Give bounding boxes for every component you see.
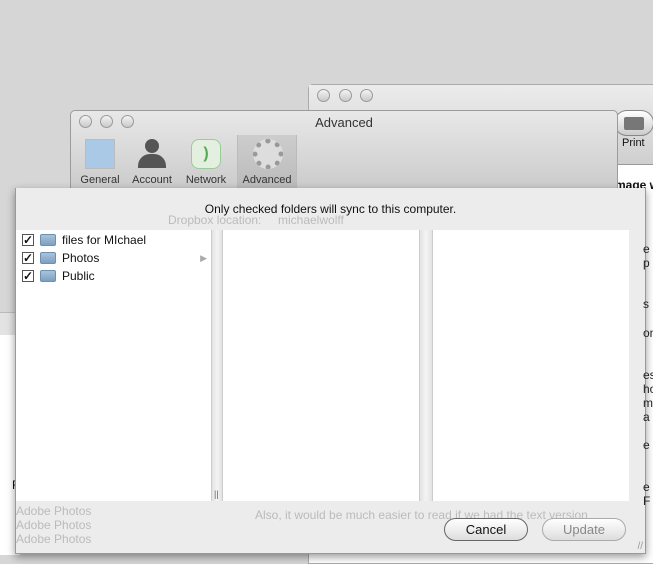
tab-label: General <box>80 174 120 186</box>
tab-network[interactable]: ) Network <box>179 135 233 189</box>
folder-name: Public <box>62 269 95 283</box>
person-icon <box>137 139 167 169</box>
folder-icon <box>40 234 56 246</box>
faded-text: Adobe Photos <box>16 532 92 546</box>
minimize-button[interactable] <box>339 89 352 102</box>
tab-general[interactable]: General <box>73 135 127 189</box>
faded-text: Also, it would be much easier to read if… <box>255 508 588 522</box>
background-text: a <box>643 410 650 424</box>
background-text: p <box>643 256 650 270</box>
close-button[interactable] <box>317 89 330 102</box>
folder-name: files for MIchael <box>62 233 147 247</box>
print-label: Print <box>622 137 645 149</box>
background-text: on <box>643 326 653 340</box>
zoom-button[interactable] <box>360 89 373 102</box>
window-title: Advanced <box>315 115 373 130</box>
column-divider <box>419 230 433 501</box>
gear-icon <box>253 139 283 169</box>
printer-icon <box>624 117 644 130</box>
dropbox-general-icon <box>85 139 115 169</box>
background-text: es <box>643 368 653 382</box>
folder-column-1: ✓ files for MIchael ✓ Photos ▶ ✓ Public <box>16 230 211 501</box>
column-resize-handle[interactable]: || <box>211 230 223 501</box>
folder-row[interactable]: ✓ Public <box>22 267 95 285</box>
disclosure-arrow-icon[interactable]: ▶ <box>200 253 207 264</box>
background-text: e <box>643 438 650 452</box>
print-button[interactable] <box>614 110 653 136</box>
resize-grip-icon[interactable]: // <box>637 541 643 552</box>
folder-icon <box>40 270 56 282</box>
tab-label: Advanced <box>242 174 292 186</box>
preferences-window: Advanced General Account ) Network Advanc… <box>70 110 618 190</box>
update-button[interactable]: Update <box>542 518 626 541</box>
background-text: e F <box>643 480 651 508</box>
folder-column-3 <box>433 230 629 501</box>
background-text: ho <box>643 382 653 396</box>
faded-text: Adobe Photos <box>16 518 92 532</box>
faded-text: Adobe Photos <box>16 504 92 518</box>
background-text: e <box>643 242 650 256</box>
tab-account[interactable]: Account <box>125 135 179 189</box>
checkbox-checked[interactable]: ✓ <box>22 252 34 264</box>
tab-label: Network <box>185 174 227 186</box>
network-icon: ) <box>191 139 221 169</box>
sheet-message: Only checked folders will sync to this c… <box>204 202 457 216</box>
folder-icon <box>40 252 56 264</box>
checkbox-checked[interactable]: ✓ <box>22 270 34 282</box>
folder-row[interactable]: ✓ Photos ▶ <box>22 249 207 267</box>
background-text: s <box>643 297 649 311</box>
tab-label: Account <box>132 174 172 186</box>
tab-advanced[interactable]: Advanced <box>237 135 297 189</box>
folder-name: Photos <box>62 251 100 265</box>
folder-row[interactable]: ✓ files for MIchael <box>22 231 146 249</box>
selective-sync-sheet: Dropbox location: michaelwolff Only chec… <box>15 188 646 554</box>
background-text: m <box>643 396 653 410</box>
cancel-button[interactable]: Cancel <box>444 518 528 541</box>
checkbox-checked[interactable]: ✓ <box>22 234 34 246</box>
folder-column-2 <box>223 230 419 501</box>
